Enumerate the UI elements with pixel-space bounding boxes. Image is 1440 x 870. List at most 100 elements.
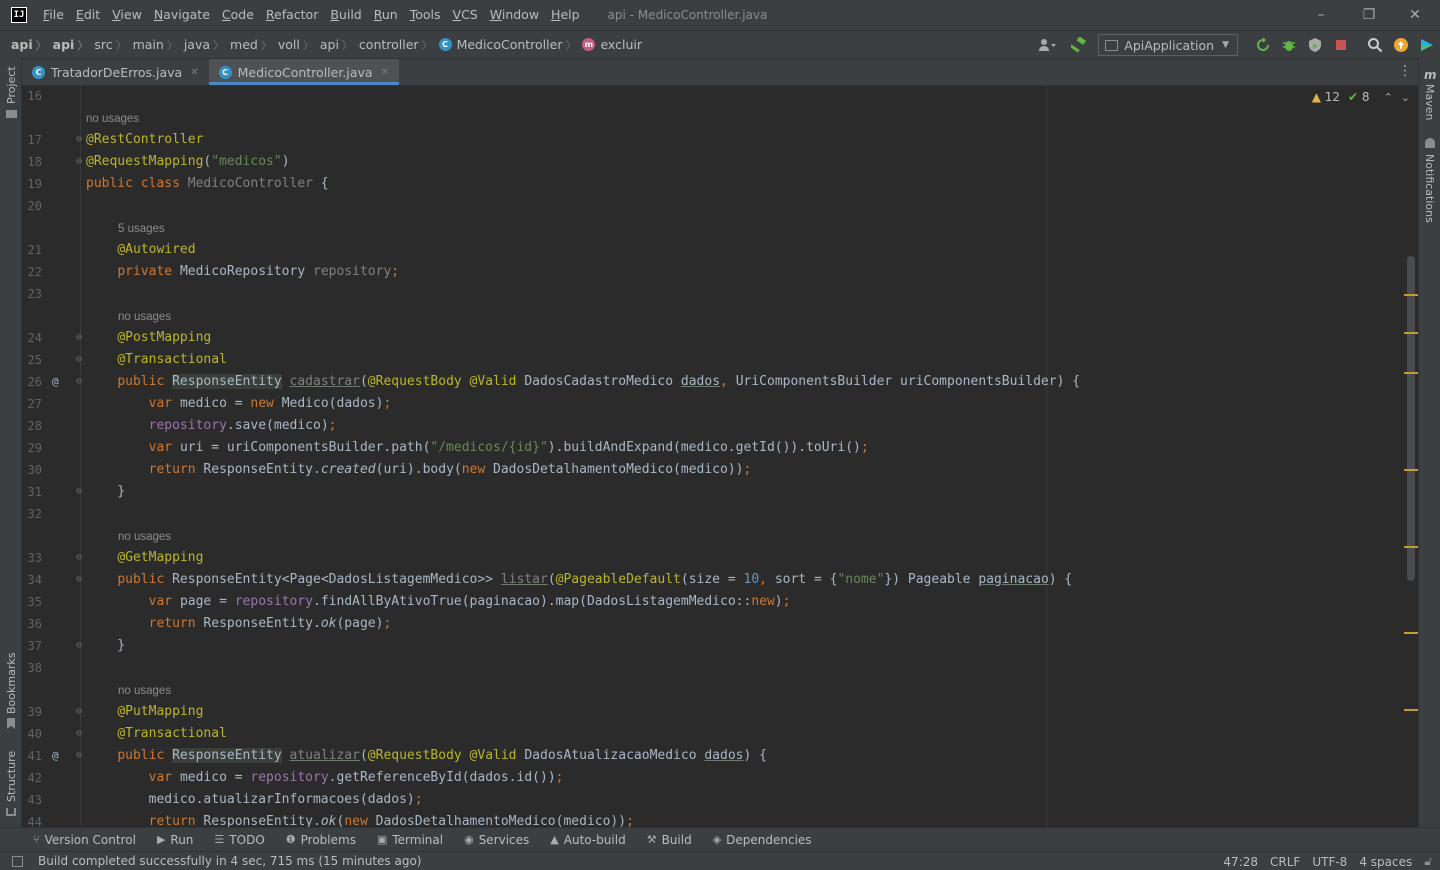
code-line[interactable]: 23 (22, 283, 1418, 305)
warning-count[interactable]: ▲ 12 (1312, 90, 1340, 104)
code-text[interactable]: return ResponseEntity.ok(new DadosDetalh… (86, 811, 634, 827)
code-text[interactable]: @RequestMapping("medicos") (86, 151, 290, 173)
fold-icon[interactable]: ⊖ (76, 349, 82, 371)
code-text[interactable]: var medico = new Medico(dados); (86, 393, 392, 415)
code-text[interactable]: @GetMapping (86, 547, 203, 569)
line-separator[interactable]: CRLF (1270, 855, 1300, 869)
terminal-button[interactable]: ▣ Terminal (365, 833, 452, 847)
close-icon[interactable]: ✕ (381, 67, 389, 78)
code-line[interactable]: 21 @Autowired (22, 239, 1418, 261)
warning-stripe-mark[interactable] (1404, 546, 1418, 548)
breadcrumb-java[interactable]: java 〉 (178, 37, 224, 53)
todo-button[interactable]: ☰ TODO (202, 833, 273, 847)
usages-hint[interactable]: no usages (86, 108, 139, 130)
indent-setting[interactable]: 4 spaces (1359, 855, 1412, 869)
chevron-up-icon[interactable]: ⌃ (1384, 91, 1393, 104)
code-text[interactable]: public ResponseEntity atualizar(@Request… (86, 745, 767, 767)
breadcrumb-class[interactable]: C MedicoController 〉 (433, 37, 576, 53)
warning-stripe-mark[interactable] (1404, 632, 1418, 634)
update-icon[interactable] (1388, 32, 1414, 58)
bookmarks-tool-tab[interactable]: Bookmarks (0, 653, 22, 733)
code-text[interactable]: var medico = repository.getReferenceById… (86, 767, 564, 789)
close-button[interactable]: ✕ (1392, 0, 1438, 30)
fold-icon[interactable]: ⊖ (76, 371, 82, 393)
check-count[interactable]: ✔ 8 (1348, 90, 1370, 104)
fold-icon[interactable]: ⊖ (76, 635, 82, 657)
implementation-marker-icon[interactable]: @ (52, 745, 59, 767)
fold-icon[interactable]: ⊖ (76, 745, 82, 767)
project-tool-tab[interactable]: Project (0, 66, 22, 126)
code-line[interactable]: 35 var page = repository.findAllByAtivoT… (22, 591, 1418, 613)
code-line[interactable]: 31 } ⊖ (22, 481, 1418, 503)
code-text[interactable]: repository.save(medico); (86, 415, 337, 437)
dependencies-button[interactable]: ◈ Dependencies (701, 833, 821, 847)
file-encoding[interactable]: UTF-8 (1312, 855, 1347, 869)
vertical-scrollbar[interactable] (1404, 86, 1418, 827)
code-text[interactable]: var page = repository.findAllByAtivoTrue… (86, 591, 791, 613)
stop-icon[interactable] (1328, 32, 1354, 58)
code-line[interactable]: 24 @PostMapping ⊖ (22, 327, 1418, 349)
breadcrumb-method[interactable]: m excluir (576, 37, 642, 52)
toolbox-icon[interactable] (1414, 32, 1440, 58)
code-text[interactable]: @PutMapping (86, 701, 203, 723)
code-line[interactable]: 16 (22, 86, 1418, 107)
code-line[interactable]: 20 (22, 195, 1418, 217)
breadcrumb-main[interactable]: main 〉 (127, 37, 178, 53)
fold-icon[interactable]: ⊖ (76, 481, 82, 503)
user-icon[interactable] (1034, 32, 1060, 58)
breadcrumb-controller[interactable]: controller 〉 (353, 37, 433, 53)
code-line[interactable]: 22 private MedicoRepository repository; (22, 261, 1418, 283)
usages-hint[interactable]: 5 usages (118, 218, 165, 240)
hammer-icon[interactable] (1066, 32, 1092, 58)
code-line[interactable]: 42 var medico = repository.getReferenceB… (22, 767, 1418, 789)
auto-build-button[interactable]: ▲ Auto-build (538, 833, 634, 847)
breadcrumb-api[interactable]: api 〉 (314, 37, 353, 53)
close-icon[interactable]: ✕ (190, 67, 198, 78)
warning-stripe-mark[interactable] (1404, 332, 1418, 334)
version-control-button[interactable]: ⑂ Version Control (0, 833, 145, 847)
code-text[interactable]: medico.atualizarInformacoes(dados); (86, 789, 423, 811)
tab-medico-controller[interactable]: C MedicoController.java ✕ (208, 59, 400, 85)
fold-icon[interactable]: ⊖ (76, 547, 82, 569)
code-line[interactable]: 38 (22, 657, 1418, 679)
more-vertical-icon[interactable]: ⋮ (1398, 63, 1412, 79)
menu-tools[interactable]: Tools (404, 0, 447, 30)
fold-icon[interactable]: ⊖ (76, 569, 82, 591)
usages-hint[interactable]: no usages (118, 306, 171, 328)
code-line[interactable]: 18 @RequestMapping("medicos") ⊖ (22, 151, 1418, 173)
implementation-marker-icon[interactable]: @ (52, 371, 59, 393)
code-line[interactable]: 26 public ResponseEntity cadastrar(@Requ… (22, 371, 1418, 393)
code-text[interactable]: public ResponseEntity cadastrar(@Request… (86, 371, 1080, 393)
warning-stripe-mark[interactable] (1404, 709, 1418, 711)
code-line[interactable]: 33 @GetMapping ⊖ (22, 547, 1418, 569)
status-message[interactable]: Build completed successfully in 4 sec, 7… (38, 854, 421, 868)
scrollbar-thumb[interactable] (1407, 256, 1415, 581)
lock-icon[interactable]: 🔓︎ (1424, 854, 1432, 869)
notifications-tool-tab[interactable]: Notifications (1419, 138, 1440, 228)
rerun-icon[interactable] (1250, 32, 1276, 58)
code-line[interactable]: 30 return ResponseEntity.created(uri).bo… (22, 459, 1418, 481)
warning-stripe-mark[interactable] (1404, 372, 1418, 374)
code-line[interactable]: 39 @PutMapping ⊖ (22, 701, 1418, 723)
code-text[interactable]: @RestController (86, 129, 203, 151)
code-line[interactable]: 28 repository.save(medico); (22, 415, 1418, 437)
code-line[interactable]: 44 return ResponseEntity.ok(new DadosDet… (22, 811, 1418, 827)
menu-edit[interactable]: Edit (70, 0, 106, 30)
usages-hint[interactable]: no usages (118, 526, 171, 548)
maven-tool-tab[interactable]: m Maven (1419, 68, 1440, 128)
layout-icon[interactable] (12, 855, 23, 867)
warning-stripe-mark[interactable] (1404, 469, 1418, 471)
code-text[interactable]: @Autowired (86, 239, 195, 261)
code-text[interactable]: return ResponseEntity.created(uri).body(… (86, 459, 752, 481)
code-text[interactable]: return ResponseEntity.ok(page); (86, 613, 392, 635)
code-line[interactable]: 29 var uri = uriComponentsBuilder.path("… (22, 437, 1418, 459)
code-text[interactable]: public ResponseEntity<Page<DadosListagem… (86, 569, 1072, 591)
fold-icon[interactable]: ⊖ (76, 723, 82, 745)
menu-view[interactable]: View (106, 0, 148, 30)
code-text[interactable]: private MedicoRepository repository; (86, 261, 399, 283)
code-line[interactable]: 36 return ResponseEntity.ok(page); (22, 613, 1418, 635)
code-text[interactable]: } (86, 635, 125, 657)
structure-tool-tab[interactable]: Structure (0, 750, 22, 820)
menu-run[interactable]: Run (368, 0, 404, 30)
restore-button[interactable]: ❐ (1346, 0, 1392, 30)
